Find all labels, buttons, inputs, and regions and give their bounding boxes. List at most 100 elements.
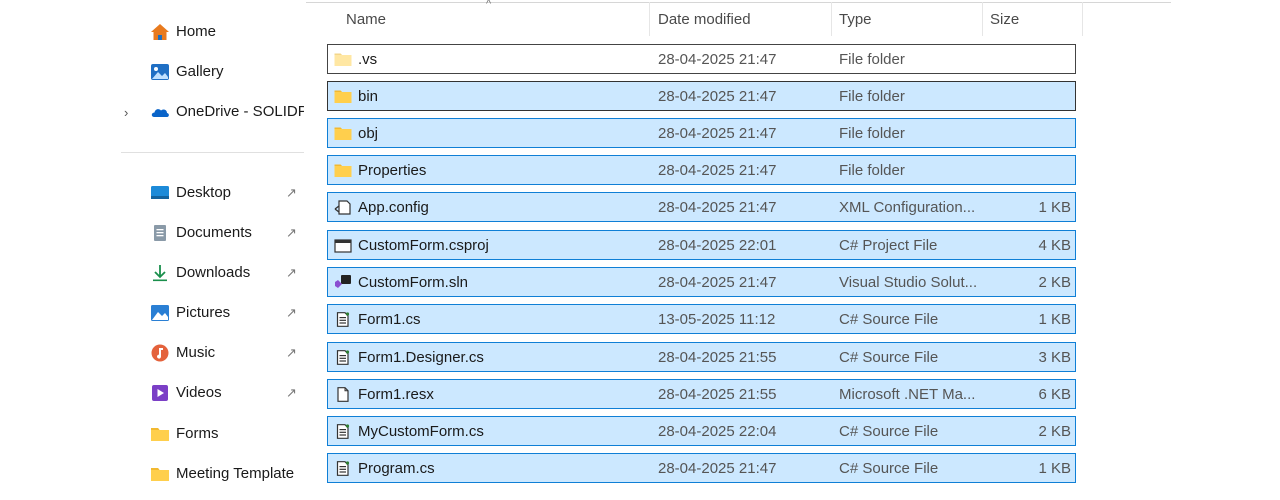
nav-item-forms[interactable]: Forms bbox=[110, 417, 306, 451]
file-name: bin bbox=[358, 88, 379, 105]
cs-file-icon bbox=[336, 312, 350, 327]
nav-divider bbox=[121, 152, 304, 153]
file-name: Properties bbox=[358, 162, 427, 179]
nav-item-label: Home bbox=[176, 23, 217, 40]
nav-item-label: Videos bbox=[176, 384, 222, 401]
nav-item-music[interactable]: Music ↗ bbox=[110, 336, 306, 370]
file-date-modified: 28-04-2025 22:04 bbox=[658, 423, 777, 440]
folder-icon bbox=[151, 428, 169, 441]
file-name: Form1.Designer.cs bbox=[358, 349, 484, 366]
videos-icon bbox=[152, 385, 168, 401]
file-type: XML Configuration... bbox=[839, 199, 976, 216]
nav-item-label: Meeting Template bbox=[176, 465, 295, 482]
file-name: MyCustomForm.cs bbox=[358, 423, 484, 440]
nav-item-downloads[interactable]: Downloads ↗ bbox=[110, 256, 306, 290]
file-type: File folder bbox=[839, 51, 905, 68]
cs-file-icon bbox=[336, 424, 350, 439]
folder-icon bbox=[334, 90, 352, 103]
file-row[interactable]: Form1.Designer.cs 28-04-2025 21:55 C# Sour… bbox=[327, 342, 1076, 372]
column-header-size[interactable]: Size bbox=[990, 0, 1019, 36]
file-size: 1 KB bbox=[1038, 460, 1071, 477]
file-date-modified: 28-04-2025 21:47 bbox=[658, 162, 777, 179]
nav-item-documents[interactable]: Documents ↗ bbox=[110, 216, 306, 250]
folder-icon bbox=[334, 127, 352, 140]
gallery-icon bbox=[151, 64, 169, 80]
file-row[interactable]: Properties 28-04-2025 21:47 File folder bbox=[327, 155, 1076, 185]
column-header-name[interactable]: Name bbox=[346, 0, 386, 36]
nav-item-label: OneDrive - SOLIDPI bbox=[176, 103, 304, 120]
pictures-icon bbox=[151, 305, 169, 321]
file-row[interactable]: Form1.cs 13-05-2025 11:12 C# Source File 1 … bbox=[327, 304, 1076, 334]
file-type: File folder bbox=[839, 162, 905, 179]
file-type: File folder bbox=[839, 88, 905, 105]
column-divider[interactable] bbox=[831, 2, 832, 36]
file-size: 2 KB bbox=[1038, 423, 1071, 440]
desktop-icon bbox=[151, 186, 169, 199]
file-row[interactable]: Program.cs 28-04-2025 21:47 C# Source File… bbox=[327, 453, 1076, 483]
folder-icon bbox=[334, 53, 352, 66]
column-divider[interactable] bbox=[1082, 2, 1083, 36]
file-row[interactable]: obj 28-04-2025 21:47 File folder bbox=[327, 118, 1076, 148]
pin-icon[interactable]: ↗ bbox=[286, 296, 297, 330]
file-date-modified: 28-04-2025 21:47 bbox=[658, 199, 777, 216]
documents-icon bbox=[154, 225, 166, 241]
pin-icon[interactable]: ↗ bbox=[286, 256, 297, 290]
file-date-modified: 28-04-2025 21:55 bbox=[658, 349, 777, 366]
file-row[interactable]: MyCustomForm.cs 28-04-2025 22:04 C# Source… bbox=[327, 416, 1076, 446]
file-size: 4 KB bbox=[1038, 237, 1071, 254]
file-date-modified: 28-04-2025 21:55 bbox=[658, 386, 777, 403]
file-type: Microsoft .NET Ma... bbox=[839, 386, 976, 403]
folder-icon bbox=[151, 468, 169, 481]
nav-item-videos[interactable]: Videos ↗ bbox=[110, 376, 306, 410]
file-name: CustomForm.csproj bbox=[358, 237, 489, 254]
cs-file-icon bbox=[336, 350, 350, 365]
nav-item-home[interactable]: Home bbox=[110, 15, 306, 49]
file-name: App.config bbox=[358, 199, 429, 216]
column-divider[interactable] bbox=[982, 2, 983, 36]
nav-item-gallery[interactable]: Gallery bbox=[110, 55, 306, 89]
file-name: Form1.cs bbox=[358, 311, 421, 328]
file-row[interactable]: Form1.resx 28-04-2025 21:55 Microsoft .NET… bbox=[327, 379, 1076, 409]
pin-icon[interactable]: ↗ bbox=[286, 376, 297, 410]
file-type: Visual Studio Solut... bbox=[839, 274, 978, 291]
nav-item-label: Documents bbox=[176, 224, 252, 241]
pin-icon[interactable]: ↗ bbox=[286, 176, 297, 210]
file-date-modified: 28-04-2025 21:47 bbox=[658, 460, 777, 477]
column-header-date-modified[interactable]: Date modified bbox=[658, 0, 751, 36]
file-row[interactable]: .vs 28-04-2025 21:47 File folder bbox=[327, 44, 1076, 74]
nav-item-label: Music bbox=[176, 344, 216, 361]
resx-file-icon bbox=[337, 387, 349, 402]
pin-icon[interactable]: ↗ bbox=[286, 336, 297, 370]
file-name: CustomForm.sln bbox=[358, 274, 469, 291]
file-list: Name ^ Date modified Type Size .vs 28-04-… bbox=[306, 0, 1280, 500]
nav-item-label: Pictures bbox=[176, 304, 231, 321]
pin-icon[interactable]: ↗ bbox=[286, 216, 297, 250]
file-row[interactable]: App.config 28-04-2025 21:47 XML Configurat… bbox=[327, 192, 1076, 222]
music-icon bbox=[151, 344, 169, 362]
column-divider[interactable] bbox=[649, 2, 650, 36]
nav-item-pictures[interactable]: Pictures ↗ bbox=[110, 296, 306, 330]
nav-item-onedrive[interactable]: › OneDrive - SOLIDPI bbox=[110, 95, 306, 129]
file-row[interactable]: CustomForm.sln 28-04-2025 21:47 Visual Stu… bbox=[327, 267, 1076, 297]
file-size: 1 KB bbox=[1038, 311, 1071, 328]
column-header-type[interactable]: Type bbox=[839, 0, 872, 36]
file-row[interactable]: CustomForm.csproj 28-04-2025 22:01 C# Proj… bbox=[327, 230, 1076, 260]
file-date-modified: 13-05-2025 11:12 bbox=[658, 311, 776, 328]
navigation-pane: Home Gallery › OneDrive - SOLIDPI Deskto… bbox=[110, 0, 306, 500]
downloads-arrow-icon bbox=[153, 265, 167, 282]
file-row[interactable]: bin 28-04-2025 21:47 File folder bbox=[327, 81, 1076, 111]
file-date-modified: 28-04-2025 21:47 bbox=[658, 51, 777, 68]
file-type: C# Project File bbox=[839, 237, 938, 254]
file-type: C# Source File bbox=[839, 460, 939, 477]
file-size: 2 KB bbox=[1038, 274, 1071, 291]
file-date-modified: 28-04-2025 21:47 bbox=[658, 274, 777, 291]
nav-item-label: Forms bbox=[176, 425, 219, 442]
file-name: Form1.resx bbox=[358, 386, 434, 403]
onedrive-cloud-icon bbox=[151, 109, 169, 117]
nav-item-desktop[interactable]: Desktop ↗ bbox=[110, 176, 306, 210]
nav-item-meeting-template[interactable]: Meeting Template bbox=[110, 457, 306, 491]
file-name: obj bbox=[358, 125, 379, 142]
home-icon bbox=[151, 24, 169, 40]
file-type: C# Source File bbox=[839, 423, 939, 440]
expand-chevron-icon[interactable]: › bbox=[124, 95, 128, 129]
